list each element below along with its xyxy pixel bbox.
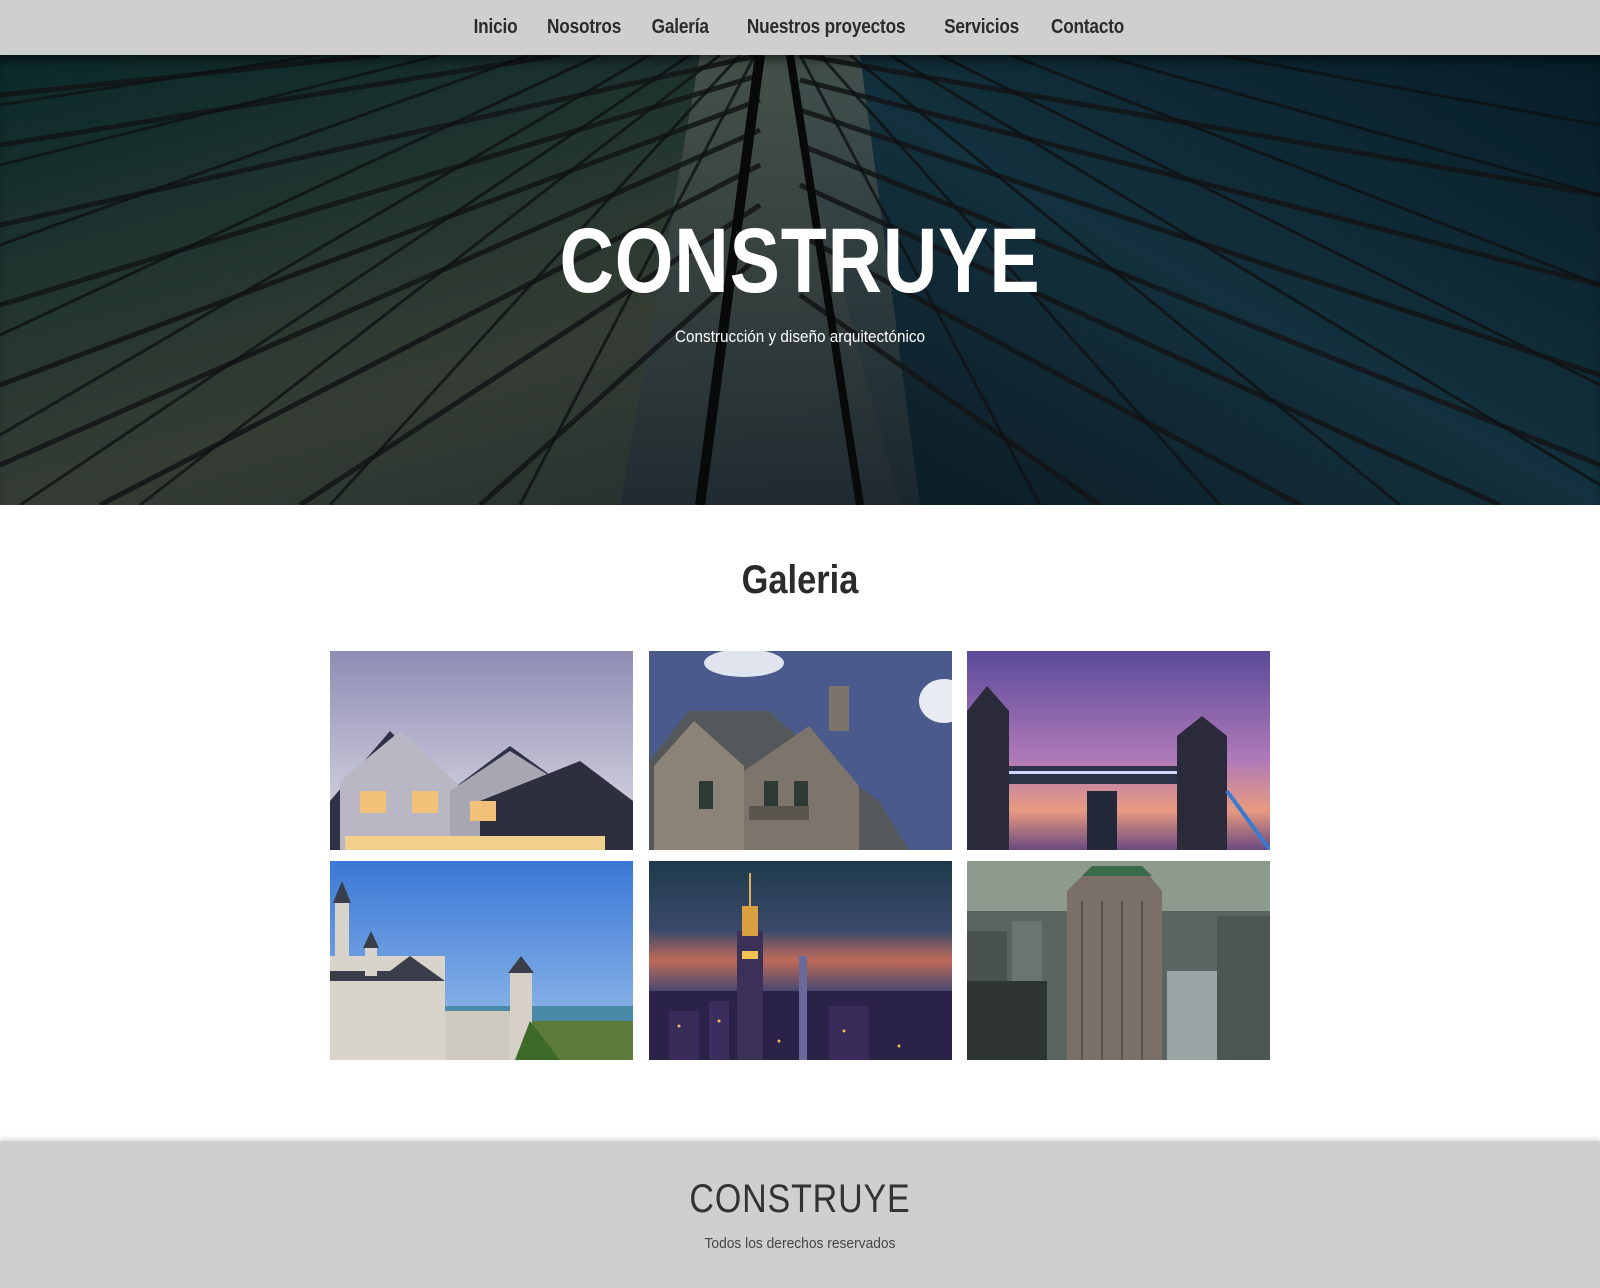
stone-cottage-image <box>648 651 952 850</box>
hero-subtitle: Construcción y diseño arquitectónico <box>674 327 926 346</box>
nav-link-nuestros-proyectos[interactable]: Nuestros proyectos <box>746 16 905 39</box>
footer-title: CONSTRUYE <box>689 1177 911 1221</box>
footer: CONSTRUYE Todos los derechos reservados <box>0 1141 1600 1288</box>
gallery-title: Galeria <box>741 558 859 602</box>
tower-bridge-image <box>967 651 1270 850</box>
gallery-grid <box>330 651 1270 1061</box>
nav-link-servicios[interactable]: Servicios <box>944 16 1019 39</box>
suburban-house-image <box>330 651 633 850</box>
gallery-item-5[interactable] <box>648 861 952 1060</box>
nav-link-galeria[interactable]: Galería <box>652 16 709 39</box>
nav-link-inicio[interactable]: Inicio <box>474 16 518 39</box>
hero-banner: CONSTRUYE Construcción y diseño arquitec… <box>0 55 1600 505</box>
gallery-item-4[interactable] <box>330 861 633 1060</box>
top-nav: Inicio Nosotros Galería Nuestros proyect… <box>0 0 1600 55</box>
gallery-item-3[interactable] <box>967 651 1270 850</box>
hero-title: CONSTRUYE <box>559 210 1041 312</box>
nav-link-contacto[interactable]: Contacto <box>1051 16 1124 39</box>
castle-image <box>330 861 633 1060</box>
gallery-item-1[interactable] <box>330 651 633 850</box>
footer-copyright: Todos los derechos reservados <box>704 1235 896 1252</box>
gallery-item-2[interactable] <box>648 651 952 850</box>
gallery-item-6[interactable] <box>967 861 1270 1060</box>
city-skyscraper-image <box>967 861 1270 1060</box>
empire-state-night-image <box>648 861 952 1060</box>
nav-link-nosotros[interactable]: Nosotros <box>547 16 621 39</box>
